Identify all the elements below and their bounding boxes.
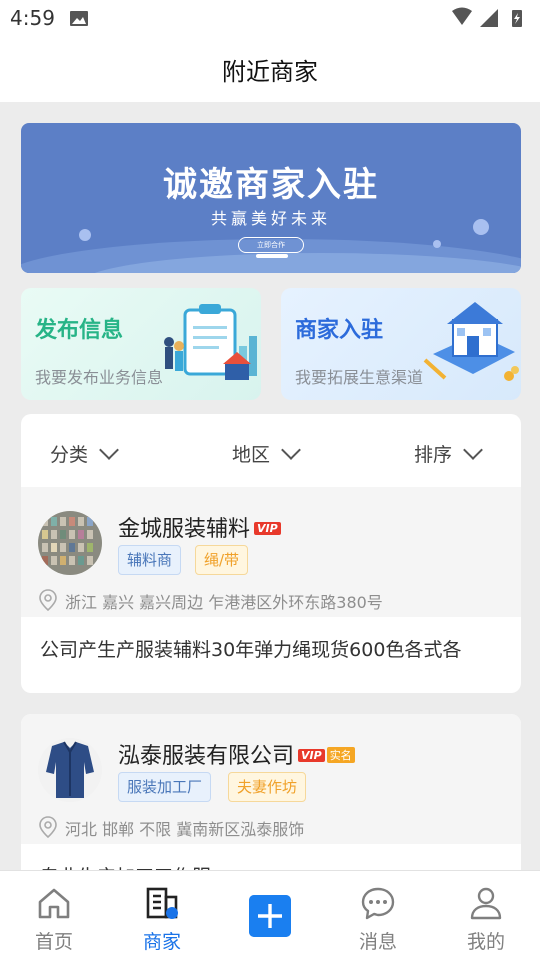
chevron-down-icon [99,440,119,460]
filter-sort-label: 排序 [414,444,453,466]
address-row: 河北 邯郸 不限 冀南新区泓泰服饰 [21,810,521,844]
filter-region[interactable]: 地区 [232,440,301,467]
home-icon [38,888,70,919]
merchant-join-subtitle: 我要拓展生意渠道 [295,368,424,387]
decor-dot [79,229,91,241]
vip-badge: VIP [298,748,325,762]
user-icon [470,887,502,920]
workwear-image [38,738,102,802]
merchant-address: 浙江 嘉兴 嘉兴周边 乍港港区外环东路380号 [65,593,383,612]
merchant-name-text: 金城服装辅料 [118,517,251,542]
building-icon [146,887,178,919]
spools-image [38,511,102,575]
merchant-tag: 夫妻作坊 [228,772,307,802]
merchant-description: 公司产生产服装辅料30年弹力绳现货600色各式各 [40,639,462,661]
filter-sort[interactable]: 排序 [414,440,483,467]
filter-category-label: 分类 [50,444,89,466]
tab-merchants[interactable]: 商家 [108,871,216,961]
chevron-down-icon [463,440,483,460]
tab-profile-label: 我的 [466,931,505,953]
system-status-icons [452,7,522,27]
merchant-tag: 辅料商 [118,545,182,575]
banner-subtitle: 共赢美好未来 [210,209,331,228]
banner-cta-button[interactable]: 立即合作 [238,237,304,253]
tab-merchants-label: 商家 [142,931,181,953]
carousel-indicator [256,254,288,258]
merchant-name: 金城服装辅料 VIP [118,511,281,543]
merchant-avatar [38,738,102,802]
decor-dot [433,240,441,248]
clipboard-illustration-icon [164,304,257,380]
tab-home-label: 首页 [34,931,73,953]
vip-badge: VIP [254,521,281,535]
filter-bar: 分类 地区 排序 [21,414,521,487]
merchant-address: 河北 邯郸 不限 冀南新区泓泰服饰 [65,820,305,839]
address-row: 浙江 嘉兴 嘉兴周边 乍港港区外环东路380号 [21,583,521,617]
merchant-name: 泓泰服装有限公司 VIP 实名 [118,738,355,770]
chevron-down-icon [281,440,301,460]
filter-category[interactable]: 分类 [50,440,119,467]
status-time: 4:59 [10,6,55,30]
cell-signal-icon [480,9,498,27]
merchant-tag: 绳/带 [195,545,249,575]
bottom-tab-bar: 首页 商家 消息 我的 [0,870,540,961]
promo-banner[interactable]: 诚邀商家入驻 共赢美好未来 立即合作 [21,123,521,273]
message-icon [361,887,395,920]
tab-messages[interactable]: 消息 [324,871,432,961]
tab-publish[interactable] [216,871,324,961]
plus-icon [249,895,291,937]
merchant-description: 专业生产加工工作服 [40,862,211,870]
tab-home[interactable]: 首页 [0,871,108,961]
house-illustration-icon [423,302,519,381]
merchant-join-title: 商家入驻 [295,318,384,343]
location-pin-icon [39,816,57,838]
merchant-card[interactable]: 金城服装辅料 VIP 辅料商 绳/带 浙江 嘉兴 嘉兴周边 乍港港区外环东路380… [21,487,521,693]
merchant-avatar [38,511,102,575]
app-header: 附近商家 [0,36,540,102]
tab-messages-label: 消息 [358,931,397,953]
location-pin-icon [39,589,57,611]
merchant-name-text: 泓泰服装有限公司 [118,744,295,769]
content-scroll[interactable]: 诚邀商家入驻 共赢美好未来 立即合作 发布信息 我要发布业务信息 商家入驻 我要… [0,102,540,870]
publish-info-subtitle: 我要发布业务信息 [35,368,164,387]
status-bar: 4:59 [0,0,540,36]
banner-title: 诚邀商家入驻 [163,165,379,205]
merchant-join-card[interactable]: 商家入驻 我要拓展生意渠道 [281,288,521,400]
image-notification-icon [70,11,88,26]
filter-region-label: 地区 [232,444,271,466]
wifi-icon [452,7,472,25]
page-title: 附近商家 [222,58,318,86]
real-name-badge: 实名 [326,747,355,763]
publish-info-title: 发布信息 [35,318,124,343]
merchant-tag: 服装加工厂 [118,772,212,802]
tab-profile[interactable]: 我的 [432,871,540,961]
merchant-card[interactable]: 泓泰服装有限公司 VIP 实名 服装加工厂 夫妻作坊 河北 邯郸 不限 冀南新区泓泰… [21,714,521,870]
publish-info-card[interactable]: 发布信息 我要发布业务信息 [21,288,261,400]
